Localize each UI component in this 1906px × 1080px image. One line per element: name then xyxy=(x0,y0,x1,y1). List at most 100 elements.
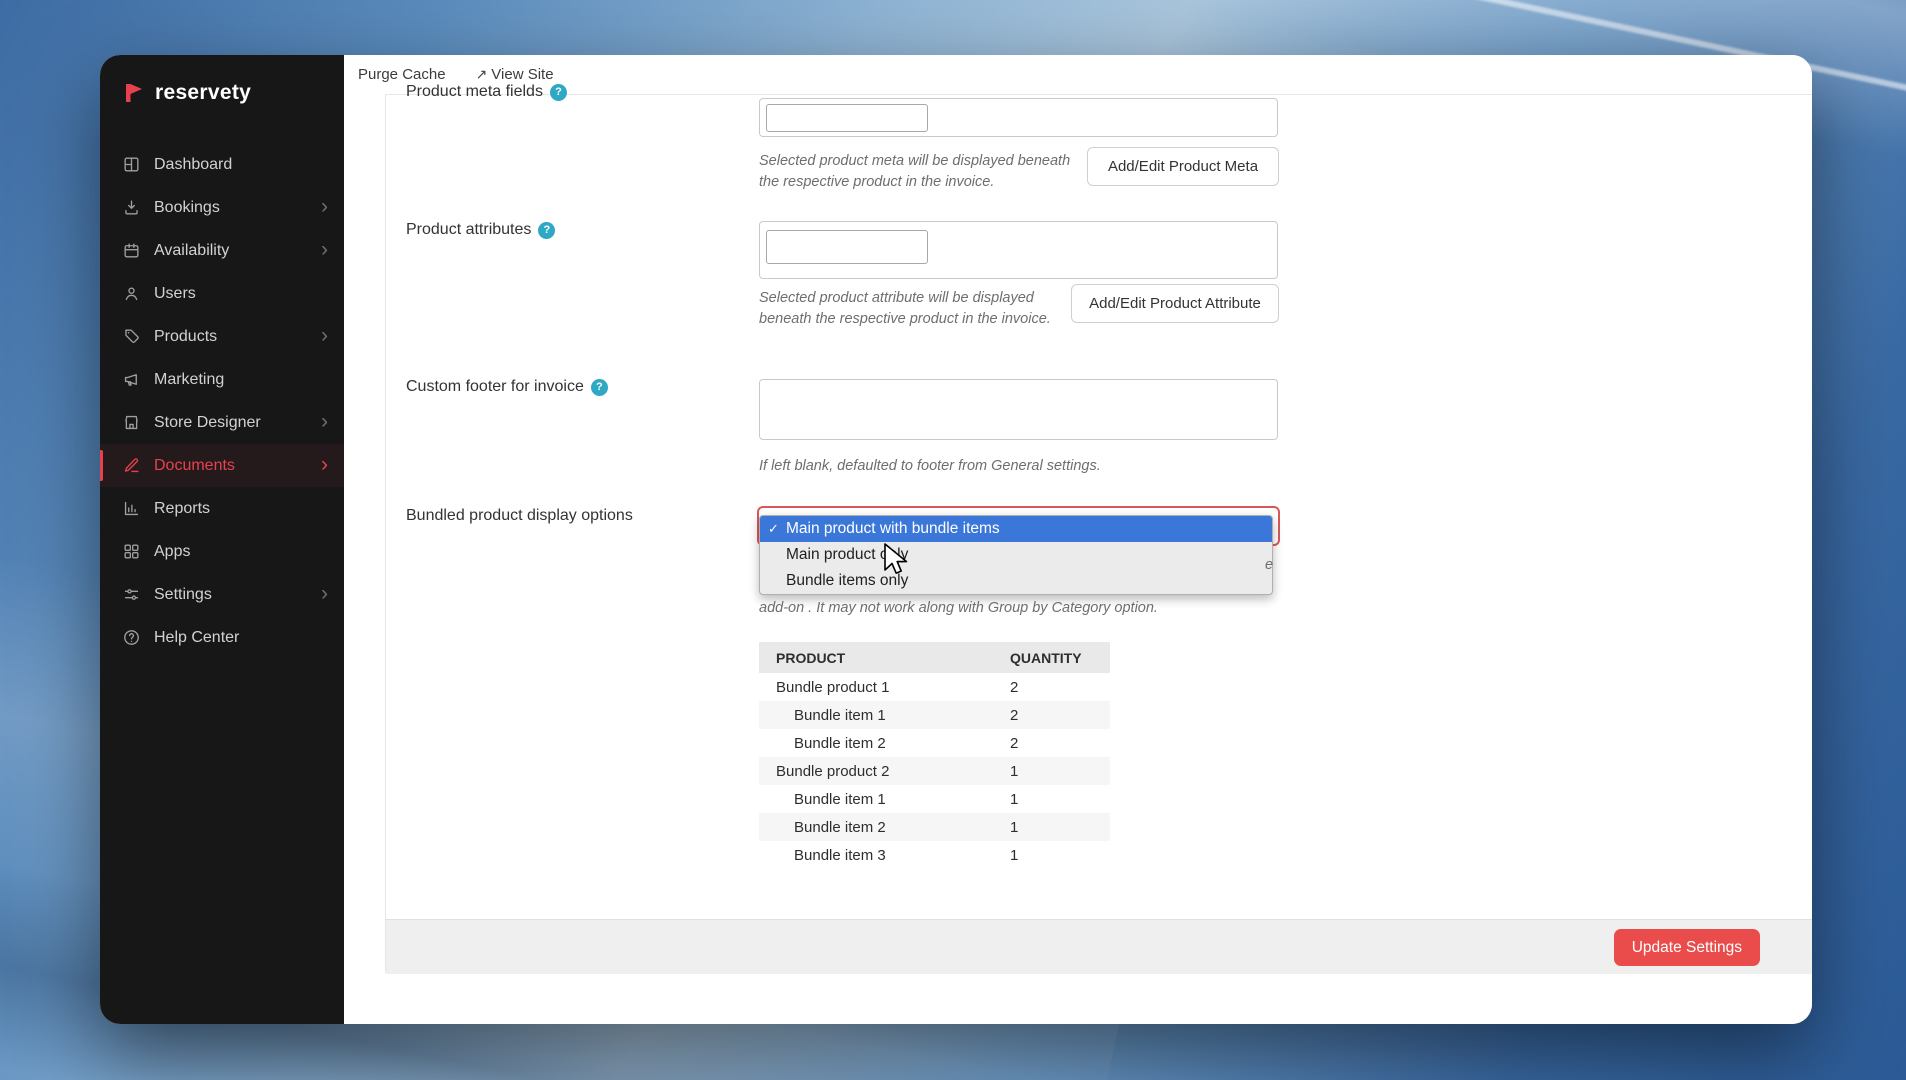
purge-cache-link[interactable]: Purge Cache xyxy=(358,66,446,83)
table-row: Bundle item 1 1 xyxy=(759,785,1110,813)
availability-icon xyxy=(122,241,141,260)
table-cell-product: Bundle product 1 xyxy=(776,678,890,696)
table-cell-quantity: 1 xyxy=(1010,818,1019,836)
sidebar-item-label: Settings xyxy=(154,585,212,603)
field-label-bundled-display: Bundled product display options xyxy=(406,507,633,525)
chevron-right-icon: › xyxy=(321,581,328,605)
table-cell-product: Bundle item 3 xyxy=(794,846,886,864)
add-edit-product-attribute-button[interactable]: Add/Edit Product Attribute xyxy=(1071,284,1279,323)
brand-logo[interactable]: reservety xyxy=(100,55,344,105)
field-label-product-attributes: Product attributes ? xyxy=(406,221,556,239)
label-text: Custom footer for invoice xyxy=(406,378,584,395)
dropdown-option-main-only[interactable]: Main product only xyxy=(760,542,1272,568)
dropdown-option-main-with-bundle[interactable]: ✓ Main product with bundle items xyxy=(760,516,1272,542)
help-icon[interactable]: ? xyxy=(549,83,567,101)
view-site-link[interactable]: ↗ View Site xyxy=(476,66,554,83)
update-settings-button[interactable]: Update Settings xyxy=(1613,929,1760,966)
option-label: Main product with bundle items xyxy=(786,520,1000,537)
sidebar-nav: Dashboard Bookings › Availability › User… xyxy=(100,143,344,659)
apps-icon xyxy=(122,542,141,561)
help-icon[interactable]: ? xyxy=(590,378,608,396)
sidebar-item-label: Documents xyxy=(154,456,235,474)
sidebar-item-users[interactable]: Users xyxy=(100,272,344,315)
table-cell-quantity: 2 xyxy=(1010,706,1019,724)
table-row: Bundle item 2 2 xyxy=(759,729,1110,757)
label-text: Product attributes xyxy=(406,221,532,238)
sidebar-item-marketing[interactable]: Marketing xyxy=(100,358,344,401)
option-label: Main product only xyxy=(786,546,909,563)
products-icon xyxy=(122,327,141,346)
reservety-logo-icon xyxy=(126,84,142,102)
product-meta-input[interactable] xyxy=(766,104,928,132)
settings-icon xyxy=(122,585,141,604)
help-icon xyxy=(122,628,141,647)
main-content: Purge Cache ↗ View Site Product meta fie… xyxy=(344,55,1812,1024)
table-header-row: PRODUCT QUANTITY xyxy=(759,642,1110,673)
product-attributes-input[interactable] xyxy=(766,230,928,264)
sidebar-item-apps[interactable]: Apps xyxy=(100,530,344,573)
chevron-right-icon: › xyxy=(321,409,328,433)
product-attributes-help: Selected product attribute will be displ… xyxy=(759,290,1051,327)
table-row: Bundle item 3 1 xyxy=(759,841,1110,869)
desktop: reservety Dashboard Bookings › Availabil… xyxy=(0,0,1906,1080)
table-cell-product: Bundle item 2 xyxy=(794,818,886,836)
table-cell-product: Bundle item 1 xyxy=(794,790,886,808)
chevron-right-icon: › xyxy=(321,237,328,261)
sidebar-item-settings[interactable]: Settings › xyxy=(100,573,344,616)
sidebar: reservety Dashboard Bookings › Availabil… xyxy=(100,55,344,1024)
sidebar-item-help-center[interactable]: Help Center xyxy=(100,616,344,659)
chevron-right-icon: › xyxy=(321,194,328,218)
table-row: Bundle product 1 2 xyxy=(759,673,1110,701)
sidebar-item-label: Products xyxy=(154,327,218,345)
external-link-icon: ↗ xyxy=(475,66,488,82)
bookings-icon xyxy=(122,198,141,217)
sidebar-item-label: Marketing xyxy=(154,370,225,388)
help-icon[interactable]: ? xyxy=(538,221,556,239)
settings-card: Product meta fields ? Selected product m… xyxy=(385,83,1812,974)
sidebar-item-availability[interactable]: Availability › xyxy=(100,229,344,272)
field-label-custom-footer: Custom footer for invoice ? xyxy=(406,378,608,396)
store-designer-icon xyxy=(122,413,141,432)
table-cell-quantity: 1 xyxy=(1010,790,1019,808)
app-window: reservety Dashboard Bookings › Availabil… xyxy=(100,55,1812,1024)
sidebar-item-label: Users xyxy=(154,284,196,302)
chevron-right-icon: › xyxy=(321,452,328,476)
sidebar-item-store-designer[interactable]: Store Designer › xyxy=(100,401,344,444)
table-cell-quantity: 2 xyxy=(1010,678,1019,696)
add-edit-product-meta-button[interactable]: Add/Edit Product Meta xyxy=(1087,147,1279,186)
sidebar-item-reports[interactable]: Reports xyxy=(100,487,344,530)
dashboard-icon xyxy=(122,155,141,174)
brand-name: reservety xyxy=(155,81,252,104)
bundled-display-dropdown: ✓ Main product with bundle items Main pr… xyxy=(759,515,1273,595)
occluded-help-fragment: e xyxy=(1265,557,1274,573)
settings-footer-bar: Update Settings xyxy=(386,919,1812,974)
sidebar-item-label: Help Center xyxy=(154,628,240,646)
label-text: Product meta fields xyxy=(406,83,543,100)
product-meta-help: Selected product meta will be displayed … xyxy=(759,153,1071,190)
sidebar-item-products[interactable]: Products › xyxy=(100,315,344,358)
sidebar-item-bookings[interactable]: Bookings › xyxy=(100,186,344,229)
marketing-icon xyxy=(122,370,141,389)
sidebar-item-label: Reports xyxy=(154,499,211,517)
sidebar-item-documents[interactable]: Documents › xyxy=(100,444,344,487)
chevron-right-icon: › xyxy=(321,323,328,347)
table-cell-product: Bundle product 2 xyxy=(776,762,890,780)
sidebar-item-label: Store Designer xyxy=(154,413,261,431)
table-cell-quantity: 1 xyxy=(1010,762,1019,780)
sidebar-item-dashboard[interactable]: Dashboard xyxy=(100,143,344,186)
field-label-product-meta: Product meta fields ? xyxy=(406,83,567,101)
sidebar-item-label: Apps xyxy=(154,542,191,560)
sidebar-item-label: Bookings xyxy=(154,198,220,216)
option-label: Bundle items only xyxy=(786,572,909,589)
product-attributes-selectbox[interactable] xyxy=(759,221,1278,279)
custom-footer-textarea[interactable] xyxy=(759,379,1278,440)
users-icon xyxy=(122,284,141,303)
dropdown-option-bundle-only[interactable]: Bundle items only xyxy=(760,568,1272,594)
table-row: Bundle item 2 1 xyxy=(759,813,1110,841)
table-header-quantity: QUANTITY xyxy=(1010,649,1082,666)
table-cell-product: Bundle item 2 xyxy=(794,734,886,752)
sidebar-item-label: Dashboard xyxy=(154,155,233,173)
bundled-display-help: add-on . It may not work along with Grou… xyxy=(759,600,1158,616)
product-meta-selectbox[interactable] xyxy=(759,98,1278,137)
table-header-product: PRODUCT xyxy=(776,649,846,666)
